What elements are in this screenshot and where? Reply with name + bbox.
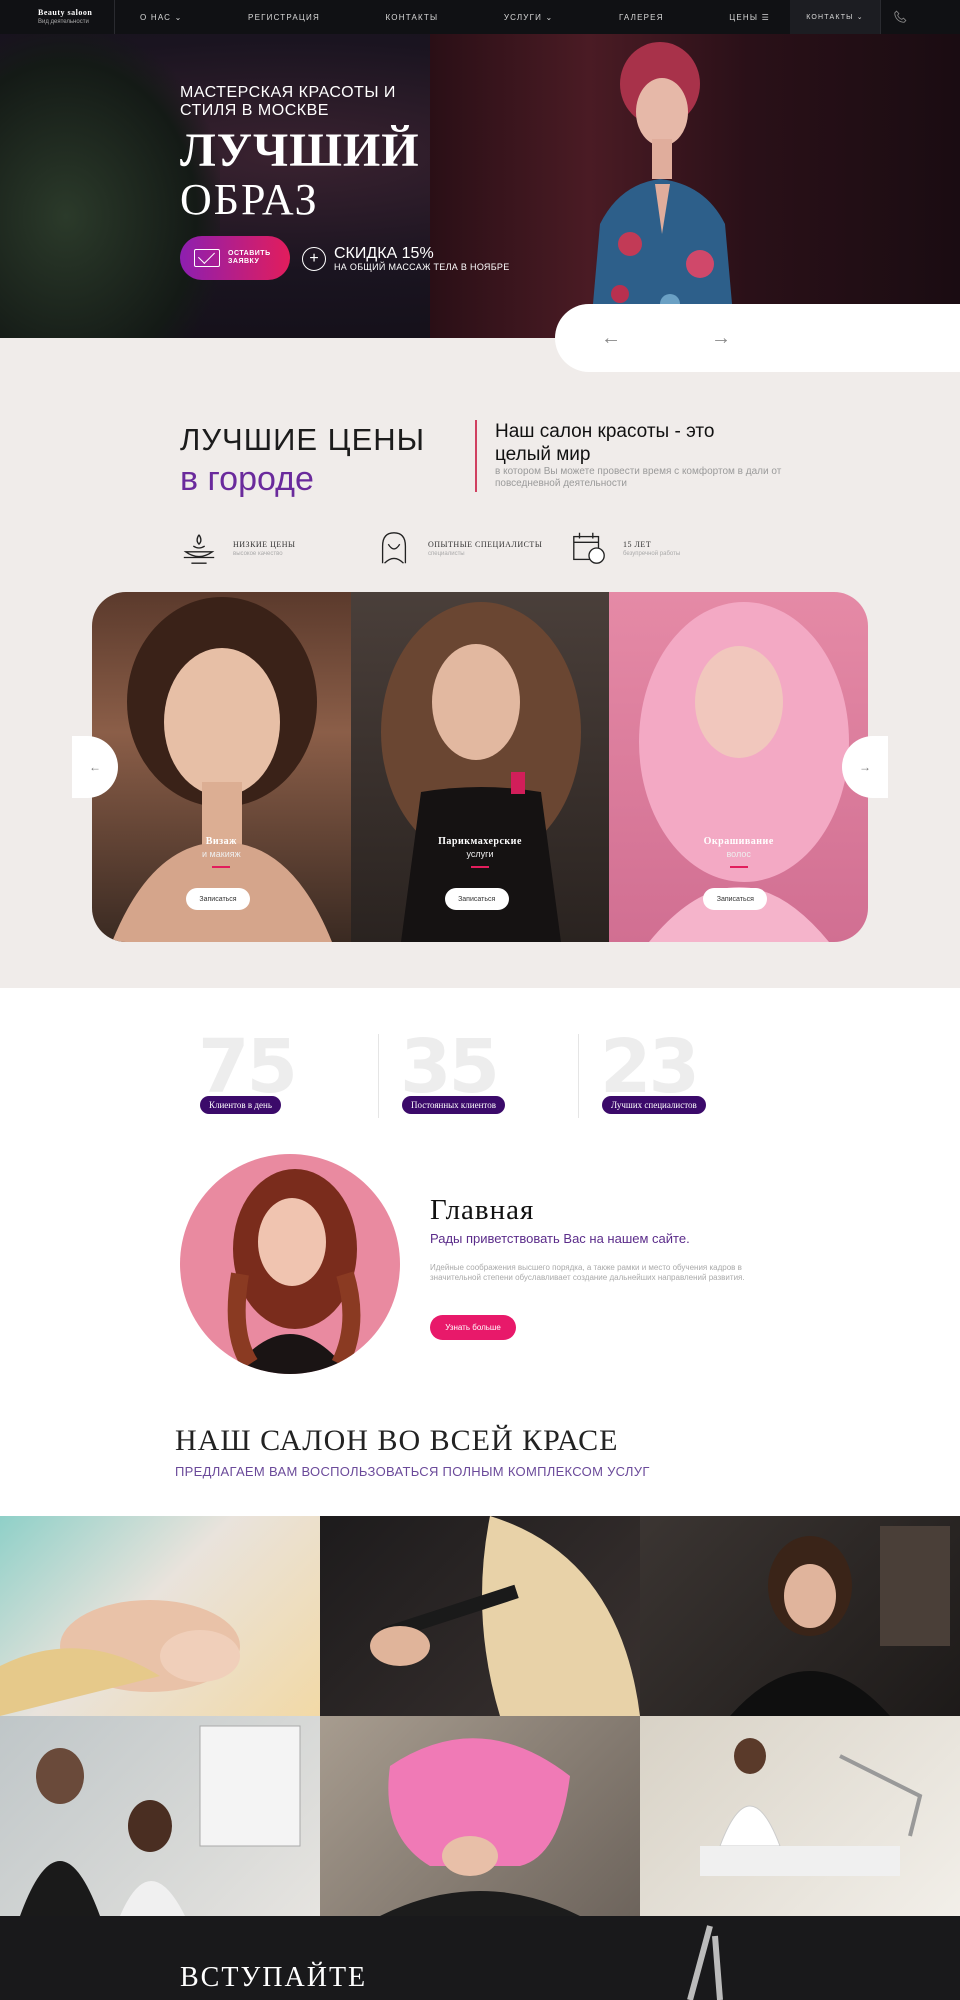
calendar-icon (573, 532, 605, 564)
gallery-image[interactable] (320, 1716, 640, 1916)
promo-title: СКИДКА 15% (334, 245, 434, 262)
prices-heading-accent: в городе (180, 460, 314, 498)
stat-label: Постоянных клиентов (402, 1096, 505, 1114)
brand-name: Beauty saloon (38, 8, 93, 17)
service-subtitle: волос (726, 849, 751, 859)
hero-subtitle: МАСТЕРСКАЯ КРАСОТЫ И СТИЛЯ В МОСКВЕ (180, 84, 396, 119)
promo-text: НА ОБЩИЙ МАССАЖ ТЕЛА В НОЯБРЕ (334, 262, 510, 272)
features-list: НИЗКИЕ ЦЕНЫ высокое качество ОПЫТНЫЕ СПЕЦ… (180, 528, 765, 568)
service-card-makeup: Визаж и макияж Записаться (92, 592, 351, 942)
stat-item: 35 Постоянных клиентов (400, 1030, 560, 1120)
gallery-image[interactable] (0, 1716, 320, 1916)
nav-contact-dropdown[interactable]: КОНТАКТЫ ⌄ (790, 0, 880, 34)
welcome-text: Идейные соображения высшего порядка, а т… (430, 1263, 745, 1282)
hero-slider-controls: ← → (555, 304, 960, 372)
phone-icon[interactable] (880, 0, 918, 34)
service-title: Парикмахерские (438, 836, 522, 847)
nav-item-gallery[interactable]: ГАЛЕРЕЯ (619, 13, 664, 22)
service-card-coloring: Окрашивание волос Записаться (609, 592, 868, 942)
stats-section: 75 Клиентов в день 35 Постоянных клиенто… (0, 988, 960, 1516)
feature-item: ОПЫТНЫЕ СПЕЦИАЛИСТЫ специалисты (375, 528, 570, 568)
nav-item-about[interactable]: О НАС ⌄ (140, 13, 183, 22)
join-title: ВСТУПАЙТЕ (180, 1962, 368, 1993)
welcome-subtitle: Рады приветствовать Вас на нашем сайте. (430, 1231, 690, 1246)
service-card-hair: Парикмахерские услуги Записаться (350, 592, 610, 942)
leave-request-button[interactable]: ОСТАВИТЬ ЗАЯВКУ (180, 236, 290, 280)
feature-item: НИЗКИЕ ЦЕНЫ высокое качество (180, 528, 375, 568)
learn-more-button[interactable]: Узнать больше (430, 1315, 516, 1340)
service-title: Визаж (205, 836, 237, 847)
book-button[interactable]: Записаться (703, 888, 768, 910)
world-text: в котором Вы можете провести время с ком… (495, 466, 782, 489)
divider (475, 420, 477, 492)
stat-value: 35 (400, 1024, 500, 1110)
service-title: Окрашивание (703, 836, 774, 847)
prices-section: ЛУЧШИЕ ЦЕНЫ в городе Наш салон красоты -… (0, 338, 960, 988)
service-subtitle: услуги (466, 849, 494, 859)
world-title: Наш салон красоты - это целый мир (495, 421, 715, 465)
stat-item: 23 Лучших специалистов (600, 1030, 760, 1120)
nav-item-contacts[interactable]: КОНТАКТЫ (386, 13, 439, 22)
menu-icon[interactable]: ☰ (762, 13, 770, 22)
book-button[interactable]: Записаться (186, 888, 250, 910)
stat-value: 75 (198, 1024, 298, 1110)
prices-heading: ЛУЧШИЕ ЦЕНЫ (180, 422, 426, 457)
stat-item: 75 Клиентов в день (198, 1030, 358, 1120)
stat-label: Клиентов в день (200, 1096, 281, 1114)
nav-item-registration[interactable]: РЕГИСТРАЦИЯ (248, 13, 320, 22)
hero-model-image (590, 42, 735, 338)
hero-banner: МАСТЕРСКАЯ КРАСОТЫ И СТИЛЯ В МОСКВЕ ЛУЧШ… (0, 34, 960, 338)
plus-icon[interactable]: + (302, 247, 326, 271)
nav-item-services[interactable]: УСЛУГИ ⌄ (504, 13, 554, 22)
brand-tagline: Вид деятельности (38, 19, 89, 25)
hero-title: ЛУЧШИЙ (180, 124, 420, 177)
arrow-right-icon[interactable]: → (711, 327, 731, 350)
salon-subtitle: ПРЕДЛАГАЕМ ВАМ ВОСПОЛЬЗОВАТЬСЯ ПОЛНЫМ КО… (175, 1464, 650, 1479)
divider (378, 1034, 379, 1118)
logo[interactable]: Beauty saloon Вид деятельности (0, 0, 115, 34)
promo-block: + СКИДКА 15% НА ОБЩИЙ МАССАЖ ТЕЛА В НОЯБ… (302, 246, 510, 272)
scissors-icon (687, 1925, 723, 2000)
gallery-grid (0, 1516, 960, 1916)
feature-item: 15 ЛЕТ безупречной работы (570, 528, 765, 568)
nav-item-prices[interactable]: ЦЕНЫ ☰ (729, 13, 770, 22)
gallery-image[interactable] (640, 1716, 960, 1916)
envelope-icon (194, 249, 220, 267)
service-subtitle: и макияж (202, 849, 241, 859)
specialist-icon (381, 532, 407, 564)
hero-text: МАСТЕРСКАЯ КРАСОТЫ И СТИЛЯ В МОСКВЕ ЛУЧШ… (180, 84, 440, 224)
hero-title-2: ОБРАЗ (180, 175, 319, 224)
book-button[interactable]: Записаться (444, 888, 509, 910)
divider (578, 1034, 579, 1118)
join-section: ВСТУПАЙТЕ (0, 1916, 960, 2000)
stat-value: 23 (600, 1024, 700, 1110)
stat-label: Лучших специалистов (602, 1096, 706, 1114)
top-nav: Beauty saloon Вид деятельности О НАС ⌄ Р… (0, 0, 960, 34)
services-carousel: Визаж и макияж Записаться Парикмахерские… (92, 592, 868, 942)
gallery-image[interactable] (320, 1516, 640, 1716)
welcome-title: Главная (430, 1194, 535, 1226)
arrow-left-icon[interactable]: ← (601, 327, 621, 350)
salon-title: НАШ САЛОН ВО ВСЕЙ КРАСЕ (175, 1424, 619, 1457)
welcome-model-image (180, 1154, 400, 1374)
nav-links: О НАС ⌄ РЕГИСТРАЦИЯ КОНТАКТЫ УСЛУГИ ⌄ ГА… (115, 13, 790, 22)
gallery-image[interactable] (0, 1516, 320, 1716)
gallery-image[interactable] (640, 1516, 960, 1716)
spa-bowl-icon (183, 534, 215, 564)
